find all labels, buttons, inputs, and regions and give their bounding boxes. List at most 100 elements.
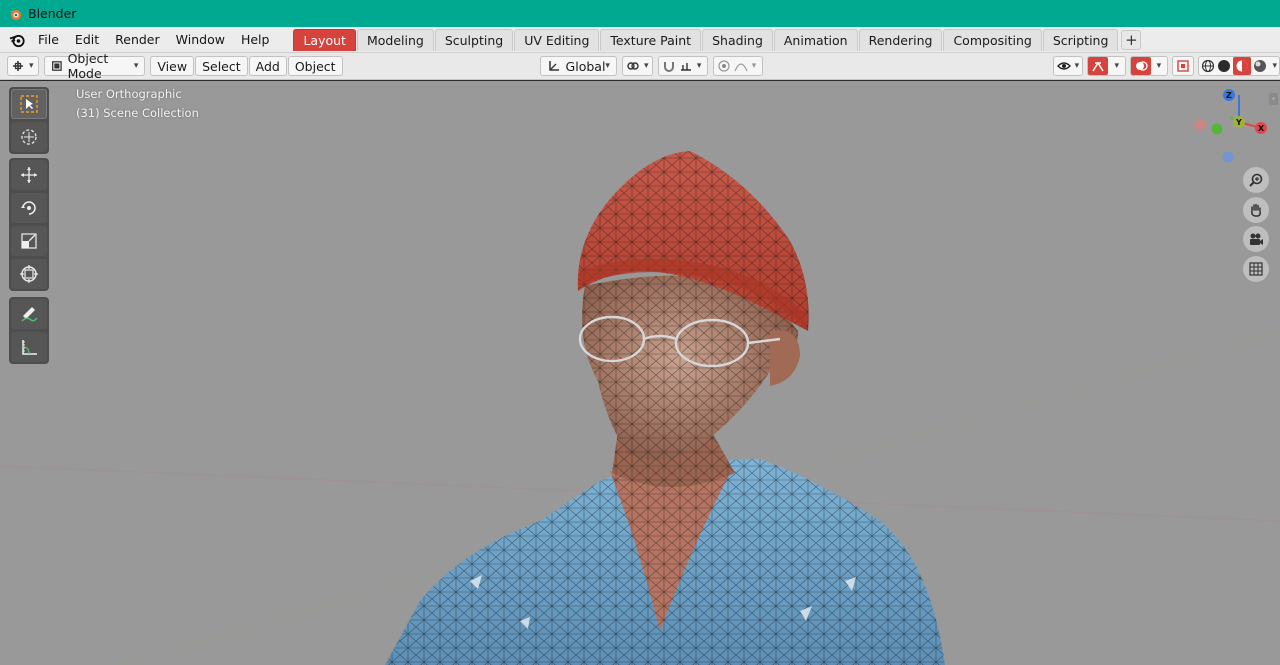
select-menu-button[interactable]: Select: [195, 56, 248, 76]
move-icon: [21, 167, 37, 183]
orientation-axes-icon: [548, 61, 559, 71]
zoom-icon: [1249, 173, 1263, 187]
add-menu-button[interactable]: Add: [248, 56, 287, 76]
gizmo-icon: [1088, 57, 1109, 75]
blender-logo-icon: [9, 9, 21, 20]
chevron-down-icon: ▾: [605, 61, 610, 71]
chevron-down-icon: ▾: [1272, 61, 1277, 71]
falloff-curve-icon: [734, 63, 748, 72]
visibility-dropdown[interactable]: ▾: [1052, 56, 1084, 76]
scale-icon: [21, 233, 37, 249]
chevron-down-icon: ▾: [29, 61, 34, 71]
pan-button[interactable]: [1243, 197, 1269, 223]
chevron-down-icon: ▾: [643, 61, 649, 71]
orientation-label: Global: [565, 58, 606, 74]
annotate-tool[interactable]: [11, 299, 47, 329]
tab-sculpting[interactable]: Sculpting: [434, 28, 514, 51]
zoom-button[interactable]: [1243, 167, 1269, 193]
view-label: User Orthographic: [76, 87, 182, 101]
chevron-down-icon: ▾: [1074, 61, 1080, 71]
measure-tool[interactable]: [11, 332, 47, 362]
move-tool[interactable]: [11, 160, 47, 190]
transform-icon: [20, 265, 38, 283]
transform-orientation-dropdown[interactable]: Global ▾: [539, 56, 617, 76]
wireframe-shading-icon[interactable]: [1201, 59, 1215, 73]
transform-tool[interactable]: [11, 259, 47, 289]
neg-y-dot: [1211, 123, 1223, 135]
top-menubar: File Edit Render Window Help Layout Mode…: [0, 27, 1280, 53]
pivot-point-dropdown[interactable]: ▾: [621, 56, 653, 76]
editor-type-button[interactable]: ▾: [7, 56, 39, 76]
perspective-toggle-button[interactable]: [1243, 256, 1269, 282]
snap-increment-icon: [680, 63, 691, 71]
menu-window[interactable]: Window: [168, 30, 233, 50]
select-tool-group: [9, 87, 49, 154]
shading-mode-group: ▾: [1197, 56, 1280, 76]
select-box-icon: [20, 95, 38, 113]
tab-rendering[interactable]: Rendering: [858, 28, 943, 51]
3d-viewport[interactable]: User Orthographic (31) Scene Collection: [0, 81, 1280, 665]
proportional-edit-dropdown[interactable]: ▾: [712, 56, 763, 76]
annotate-tool-group: [9, 297, 49, 364]
annotate-icon: [21, 307, 38, 322]
tab-animation[interactable]: Animation: [773, 28, 858, 51]
hand-pan-icon: [1251, 203, 1261, 217]
viewport-header: ▾ Object Mode ▾ View Select Add Object G…: [0, 51, 1280, 81]
menu-edit[interactable]: Edit: [67, 30, 107, 50]
rotate-tool[interactable]: [11, 193, 47, 223]
tab-texture-paint[interactable]: Texture Paint: [600, 28, 702, 51]
navigation-gizmo[interactable]: Y X Z: [1190, 85, 1270, 167]
gizmo-toggle[interactable]: ▾: [1087, 56, 1126, 76]
y-axis-label: Y: [1235, 118, 1242, 127]
tab-compositing[interactable]: Compositing: [943, 28, 1042, 51]
blender-menu-icon[interactable]: [4, 27, 30, 53]
tab-shading[interactable]: Shading: [702, 28, 773, 51]
rendered-shading-icon[interactable]: [1253, 59, 1267, 73]
chevron-down-icon: ▾: [1114, 61, 1119, 71]
chevron-down-icon: ▾: [133, 61, 139, 71]
editor-type-icon: [13, 61, 23, 71]
chevron-down-icon: ▾: [751, 61, 757, 71]
tab-layout[interactable]: Layout: [293, 28, 356, 51]
mode-label: Object Mode: [67, 51, 109, 81]
collection-label: (31) Scene Collection: [76, 106, 199, 120]
eye-icon: [1056, 62, 1071, 70]
menu-file[interactable]: File: [30, 30, 67, 50]
transform-tool-group: [9, 158, 49, 291]
camera-icon: [1250, 233, 1263, 245]
scene-render[interactable]: [0, 81, 1280, 665]
mode-dropdown[interactable]: Object Mode ▾: [43, 51, 146, 81]
window-titlebar: Blender: [0, 0, 1280, 27]
scale-tool[interactable]: [11, 226, 47, 256]
overlays-toggle[interactable]: ▾: [1129, 56, 1168, 76]
tab-modeling[interactable]: Modeling: [356, 28, 434, 51]
view-menu-button[interactable]: View: [150, 56, 195, 76]
workspace-tabs: Layout Modeling Sculpting UV Editing Tex…: [293, 28, 1142, 51]
cursor-tool[interactable]: [11, 122, 47, 152]
overlays-icon: [1130, 57, 1151, 75]
object-menu-button[interactable]: Object: [287, 56, 343, 76]
tab-scripting[interactable]: Scripting: [1042, 28, 1119, 51]
z-axis-label: Z: [1226, 91, 1232, 100]
select-box-tool[interactable]: [11, 89, 47, 119]
xray-toggle[interactable]: [1171, 56, 1194, 76]
window-title: Blender: [28, 6, 77, 21]
chevron-down-icon: ▾: [696, 61, 702, 71]
measure-icon: [22, 340, 37, 355]
chevron-down-icon: ▾: [1156, 61, 1162, 71]
snap-dropdown[interactable]: ▾: [657, 56, 708, 76]
menu-render[interactable]: Render: [107, 30, 168, 50]
tab-uv-editing[interactable]: UV Editing: [514, 28, 600, 51]
camera-view-button[interactable]: [1243, 226, 1269, 252]
cursor-icon: [21, 129, 37, 145]
menu-help[interactable]: Help: [233, 30, 278, 50]
add-workspace-button[interactable]: +: [1121, 29, 1142, 50]
neg-x-dot: [1194, 119, 1206, 131]
link-icon: [627, 62, 639, 70]
rotate-icon: [21, 201, 36, 215]
solid-shading-icon[interactable]: [1217, 59, 1231, 73]
material-preview-icon[interactable]: [1232, 57, 1251, 75]
sidebar-expand-arrow[interactable]: ‹: [1269, 93, 1278, 105]
grid-icon: [1249, 262, 1263, 276]
x-axis-label: X: [1258, 124, 1265, 133]
